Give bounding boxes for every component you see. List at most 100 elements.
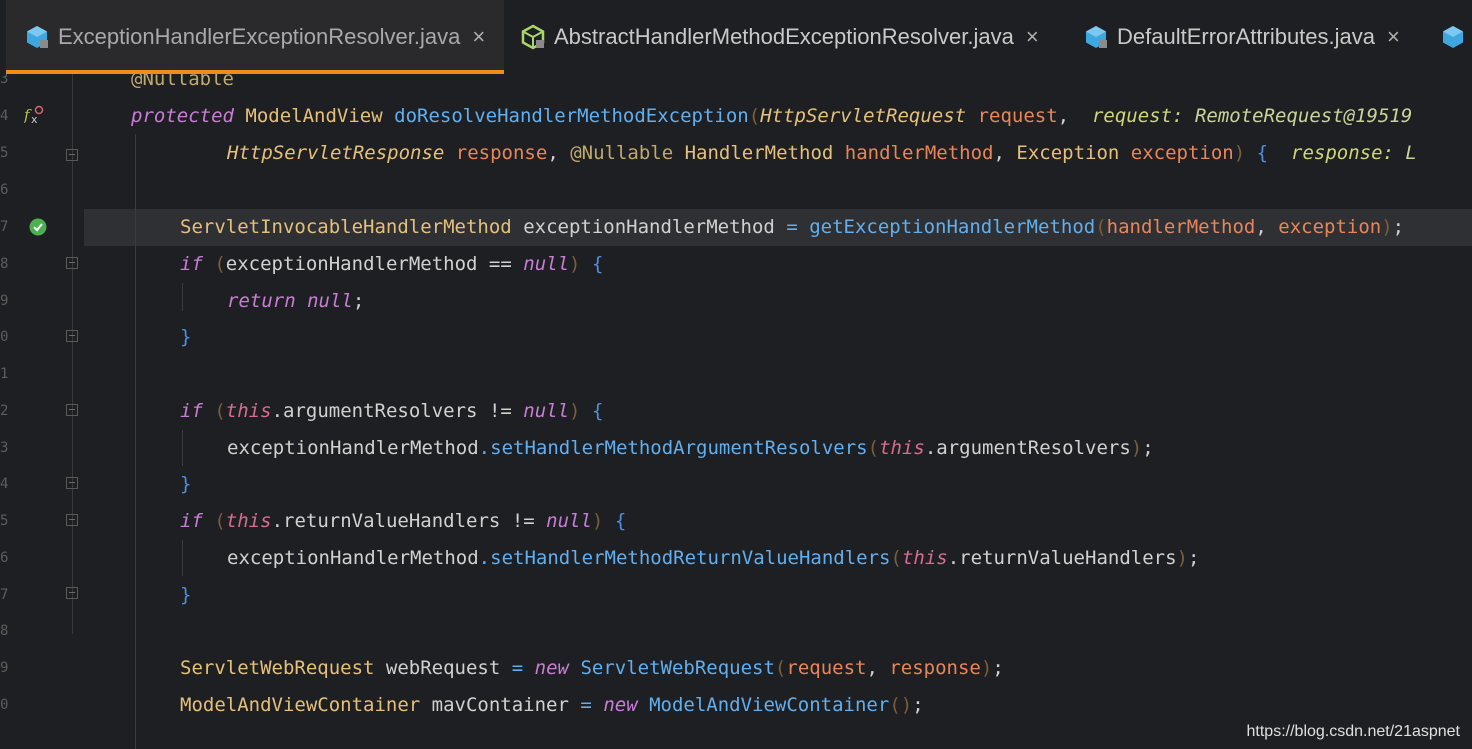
operator: == <box>488 253 512 275</box>
code-line: ServletWebRequest webRequest = new Servl… <box>180 657 1004 679</box>
keyword: protected <box>131 105 234 127</box>
annotation: @Nullable <box>570 142 674 164</box>
line-number: 4 <box>0 476 9 492</box>
keyword: null <box>523 400 570 422</box>
field: argumentResolvers <box>283 400 478 422</box>
line-number: 7 <box>0 219 9 235</box>
code-line: } <box>180 473 192 495</box>
indent-guide <box>135 134 136 749</box>
fold-marker-icon[interactable] <box>66 149 78 161</box>
fold-marker-icon[interactable] <box>66 514 78 526</box>
argument: request <box>786 657 867 679</box>
operator: != <box>511 510 535 532</box>
argument: response <box>889 657 981 679</box>
tab-default-error-attributes[interactable]: DefaultErrorAttributes.java × <box>1083 0 1400 74</box>
operator: != <box>488 400 512 422</box>
tab-abstract-handler-method-exception-resolver[interactable]: AbstractHandlerMethodExceptionResolver.j… <box>520 0 1039 74</box>
code-line: exceptionHandlerMethod.setHandlerMethodA… <box>227 437 1154 459</box>
indent-guide <box>182 540 183 576</box>
fold-marker-icon[interactable] <box>66 404 78 416</box>
fold-marker-icon[interactable] <box>66 587 78 599</box>
line-number: 1 <box>0 366 9 382</box>
function-breakpoint-icon[interactable]: fx <box>23 104 44 130</box>
fold-marker-icon[interactable] <box>66 257 78 269</box>
current-line: ServletInvocableHandlerMethod exceptionH… <box>84 209 1472 246</box>
line-number: 0 <box>0 697 9 713</box>
line-number: 9 <box>0 660 9 676</box>
inline-debug-hint: response: <box>1291 142 1394 164</box>
inline-debug-value: L <box>1405 142 1417 164</box>
parameter: exception <box>1130 142 1234 164</box>
code-line: if (this.argumentResolvers != null) { <box>180 400 604 422</box>
keyword: this <box>901 547 948 569</box>
java-class-icon <box>1440 24 1466 50</box>
code-line: exceptionHandlerMethod.setHandlerMethodR… <box>227 547 1200 569</box>
keyword: this <box>225 510 272 532</box>
line-number: 0 <box>0 329 9 345</box>
field: returnValueHandlers <box>959 547 1177 569</box>
close-icon[interactable]: × <box>1387 24 1400 50</box>
method-name: doResolveHandlerMethodException <box>394 105 749 127</box>
close-icon[interactable]: × <box>1026 24 1039 50</box>
svg-text:x: x <box>31 113 38 126</box>
keyword: return <box>227 290 296 312</box>
line-number: 9 <box>0 293 9 309</box>
code-line: return null; <box>227 290 365 312</box>
keyword: null <box>546 510 592 532</box>
inline-debug-hint: request: <box>1091 105 1184 127</box>
annotation: @Nullable <box>131 74 234 90</box>
watermark: https://blog.csdn.net/21aspnet <box>1246 723 1460 740</box>
editor-gutter: 3 4 5 6 7 8 9 0 1 2 3 4 5 6 7 8 9 0 fx <box>0 74 84 749</box>
execution-point-icon[interactable] <box>29 218 47 240</box>
type: HandlerMethod <box>684 142 834 164</box>
code-line: HttpServletResponse response, @Nullable … <box>227 142 1417 164</box>
abstract-class-icon <box>520 24 546 50</box>
line-number: 3 <box>0 440 9 456</box>
field: argumentResolvers <box>936 437 1131 459</box>
method-call: setHandlerMethodReturnValueHandlers <box>490 547 891 569</box>
line-number: 8 <box>0 256 9 272</box>
keyword: new <box>534 657 569 679</box>
code-line: } <box>180 584 192 606</box>
java-class-icon <box>24 24 50 50</box>
line-number: 7 <box>0 587 9 603</box>
argument: exception <box>1278 216 1382 238</box>
code-line: @Nullable <box>84 74 1472 98</box>
type: Exception <box>1016 142 1120 164</box>
variable: exceptionHandlerMethod <box>225 253 478 275</box>
variable: exceptionHandlerMethod <box>227 437 479 459</box>
constructor-call: ModelAndViewContainer <box>649 694 890 716</box>
variable: exceptionHandlerMethod <box>227 547 479 569</box>
tab-overflow[interactable] <box>1440 0 1472 74</box>
variable: webRequest <box>385 657 501 679</box>
keyword: null <box>523 253 570 275</box>
java-class-icon <box>1083 24 1109 50</box>
line-number: 4 <box>0 108 9 124</box>
fold-marker-icon[interactable] <box>66 330 78 342</box>
code-editor[interactable]: @Nullable protected ModelAndView doResol… <box>0 74 1472 749</box>
indent-guide <box>182 283 183 311</box>
type: ModelAndViewContainer <box>180 694 421 716</box>
tab-exception-handler-exception-resolver[interactable]: ExceptionHandlerExceptionResolver.java × <box>6 0 504 74</box>
variable: exceptionHandlerMethod <box>523 216 775 238</box>
tab-label: ExceptionHandlerExceptionResolver.java <box>58 24 461 49</box>
parameter: request <box>977 105 1058 127</box>
code-line: protected ModelAndView doResolveHandlerM… <box>131 105 1413 127</box>
fold-marker-icon[interactable] <box>66 477 78 489</box>
keyword: this <box>879 437 925 459</box>
inline-debug-value: RemoteRequest@19519 <box>1194 105 1413 127</box>
type: HttpServletRequest <box>760 105 967 127</box>
keyword: if <box>180 253 203 275</box>
parameter: handlerMethod <box>844 142 994 164</box>
type: HttpServletResponse <box>227 142 445 164</box>
type: ModelAndView <box>245 105 383 127</box>
close-icon[interactable]: × <box>472 24 485 50</box>
parameter: response <box>455 142 548 164</box>
line-number: 6 <box>0 550 9 566</box>
keyword: if <box>180 400 203 422</box>
code-line: if (this.returnValueHandlers != null) { <box>180 510 627 532</box>
line-number: 2 <box>0 403 9 419</box>
field: returnValueHandlers <box>283 510 501 532</box>
type: ServletInvocableHandlerMethod <box>180 216 512 238</box>
method-call: setHandlerMethodArgumentResolvers <box>490 437 868 459</box>
